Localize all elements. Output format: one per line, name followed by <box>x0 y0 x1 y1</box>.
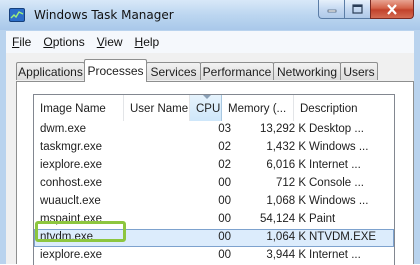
process-name: wuauclt.exe <box>40 195 101 207</box>
process-description: Internet ... <box>309 159 361 171</box>
column-header-cpu-label: CPU <box>196 103 221 115</box>
process-cpu: 00 <box>218 195 231 207</box>
process-memory: 712 K <box>275 177 306 189</box>
tab-performance[interactable]: Performance <box>200 62 274 80</box>
process-memory: 1,432 K <box>266 141 306 153</box>
table-row[interactable]: iexplore.exe 00 3,944 K Internet ... <box>34 247 394 265</box>
process-description: Desktop ... <box>309 123 364 135</box>
maximize-icon <box>352 4 363 14</box>
menu-view[interactable]: View <box>91 35 129 49</box>
process-cpu: 02 <box>218 159 231 171</box>
title-bar[interactable]: Windows Task Manager <box>0 0 420 30</box>
menu-help-label: elp <box>143 35 160 49</box>
column-header-description[interactable]: Description <box>294 95 394 121</box>
sort-descending-icon <box>203 95 211 99</box>
process-memory: 1,068 K <box>266 195 306 207</box>
process-description: Internet ... <box>309 249 361 261</box>
process-memory: 1,064 K <box>266 231 306 243</box>
tab-processes[interactable]: Processes <box>84 59 147 82</box>
column-header-image-name[interactable]: Image Name <box>34 95 124 121</box>
close-icon <box>387 3 397 15</box>
process-description: Windows ... <box>309 195 369 207</box>
process-description: Console ... <box>309 177 364 189</box>
process-cpu: 00 <box>218 213 231 225</box>
table-row[interactable]: conhost.exe 00 712 K Console ... <box>34 175 394 193</box>
minimize-button[interactable] <box>318 0 344 19</box>
tab-users[interactable]: Users <box>340 62 378 80</box>
tab-services[interactable]: Services <box>146 62 201 80</box>
column-header-user-name[interactable]: User Name <box>124 95 190 121</box>
minimize-icon <box>327 9 336 13</box>
process-description: Windows ... <box>309 141 369 153</box>
menu-options[interactable]: Options <box>37 35 90 49</box>
table-row[interactable]: iexplore.exe 02 6,016 K Internet ... <box>34 157 394 175</box>
column-header-memory[interactable]: Memory (... <box>222 95 294 121</box>
process-name: iexplore.exe <box>40 249 103 261</box>
process-cpu: 00 <box>218 177 231 189</box>
menu-view-label: iew <box>104 35 123 49</box>
process-memory: 3,944 K <box>266 249 306 261</box>
table-row[interactable]: wuauclt.exe 00 1,068 K Windows ... <box>34 193 394 211</box>
process-cpu: 03 <box>218 123 231 135</box>
task-manager-app-icon[interactable] <box>9 8 25 22</box>
highlight-box <box>35 221 126 242</box>
process-cpu: 02 <box>218 141 231 153</box>
task-manager-window: Windows Task Manager File Options View H… <box>0 0 420 265</box>
process-name: dwm.exe <box>40 123 87 135</box>
process-description: NTVDM.EXE <box>309 231 377 243</box>
process-list-header: Image Name User Name CPU Memory (... Des… <box>34 95 394 121</box>
maximize-button[interactable] <box>344 0 370 19</box>
process-cpu: 00 <box>218 231 231 243</box>
table-row[interactable]: dwm.exe 03 13,292 K Desktop ... <box>34 121 394 139</box>
caption-buttons <box>318 0 414 21</box>
menu-file[interactable]: File <box>6 35 37 49</box>
tab-networking[interactable]: Networking <box>273 62 341 80</box>
menu-file-label: ile <box>19 35 32 49</box>
menu-view-mnemonic: V <box>96 35 105 49</box>
process-memory: 6,016 K <box>266 159 306 171</box>
process-memory: 54,124 K <box>259 213 306 225</box>
close-button[interactable] <box>370 0 414 19</box>
table-row[interactable]: taskmgr.exe 02 1,432 K Windows ... <box>34 139 394 157</box>
menu-help-mnemonic: H <box>134 35 144 49</box>
window-title: Windows Task Manager <box>34 8 174 22</box>
tab-applications[interactable]: Applications <box>16 62 85 80</box>
process-name: iexplore.exe <box>40 159 103 171</box>
menu-help[interactable]: Help <box>129 35 166 49</box>
process-name: conhost.exe <box>40 177 103 189</box>
menu-options-mnemonic: O <box>43 35 53 49</box>
process-rows: dwm.exe 03 13,292 K Desktop ... taskmgr.… <box>34 121 394 265</box>
process-description: Paint <box>309 213 336 225</box>
process-name: taskmgr.exe <box>40 141 102 153</box>
process-memory: 13,292 K <box>259 123 306 135</box>
menu-bar: File Options View Help <box>6 31 414 53</box>
process-cpu: 00 <box>218 249 231 261</box>
menu-options-label: ptions <box>52 35 85 49</box>
column-header-cpu[interactable]: CPU <box>190 95 222 121</box>
